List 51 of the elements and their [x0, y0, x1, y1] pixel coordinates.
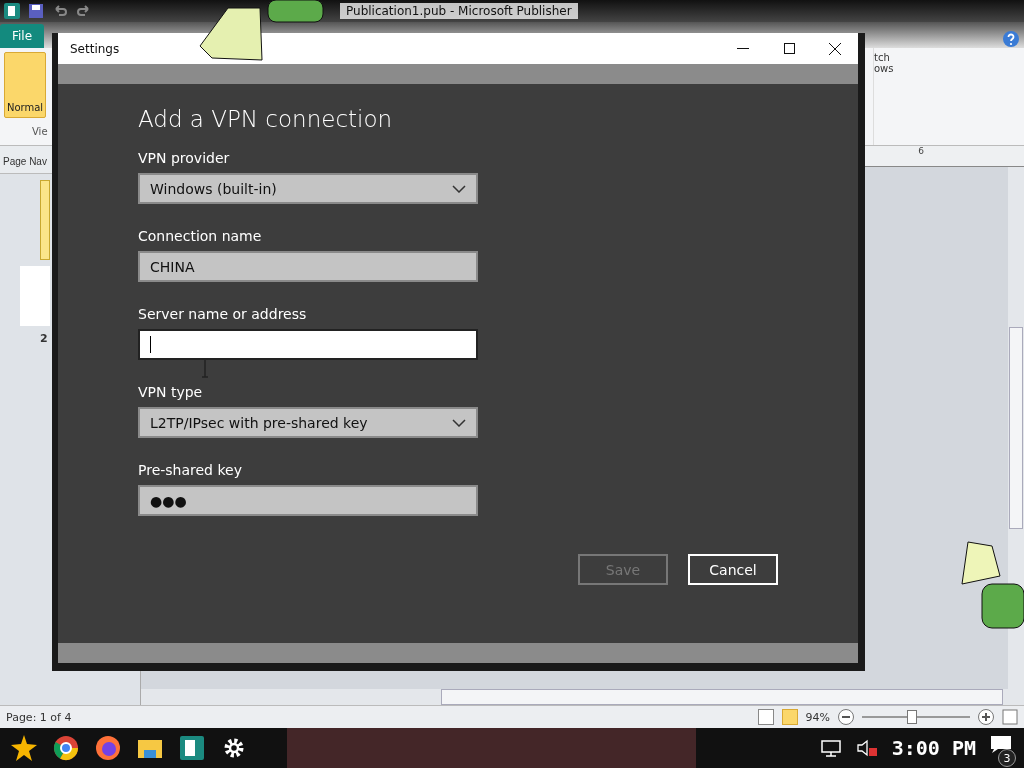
- maximize-icon[interactable]: [783, 43, 795, 54]
- zoom-in-button[interactable]: [978, 709, 994, 725]
- text-field[interactable]: ●●●: [138, 485, 478, 516]
- window-title: Publication1.pub - Microsoft Publisher: [340, 3, 578, 19]
- text-field[interactable]: [138, 329, 478, 360]
- undo-icon[interactable]: [52, 3, 68, 19]
- app-logo-icon: [4, 3, 20, 19]
- notification-count: 3: [998, 749, 1016, 767]
- dialog-button[interactable]: Cancel: [688, 554, 778, 585]
- plus-icon: [982, 713, 990, 721]
- chevron-down-icon: [452, 418, 466, 427]
- browser-icon[interactable]: [94, 734, 122, 762]
- text-cursor-icon: [200, 358, 210, 378]
- pane-header: Page Nav: [3, 156, 47, 167]
- help-icon[interactable]: [1002, 30, 1020, 48]
- field-label: Server name or address: [138, 306, 308, 322]
- muted-speaker-icon[interactable]: [855, 739, 878, 757]
- clock[interactable]: 3:00 PM: [891, 736, 976, 760]
- field-label: VPN provider: [138, 150, 231, 166]
- zoom-slider-thumb[interactable]: [907, 710, 917, 724]
- view-button[interactable]: [757, 709, 774, 725]
- chevron-down-icon: [452, 184, 466, 193]
- dialog-title: Settings: [70, 41, 121, 56]
- group-label: Vie: [32, 126, 48, 137]
- dropdown[interactable]: L2TP/IPsec with pre-shared key: [138, 407, 478, 438]
- text-field[interactable]: CHINA: [138, 251, 478, 282]
- close-icon[interactable]: [829, 42, 841, 55]
- scrollbar-thumb[interactable]: [441, 689, 1003, 705]
- zoom-level: 94%: [805, 710, 830, 724]
- field-label: Connection name: [138, 228, 263, 244]
- file-tab[interactable]: File: [0, 24, 45, 48]
- page-status: Page: 1 of 4: [6, 710, 72, 724]
- redo-icon[interactable]: [76, 3, 92, 19]
- minus-icon: [842, 716, 850, 718]
- network-icon[interactable]: [819, 739, 842, 757]
- zoom-out-button[interactable]: [838, 709, 854, 725]
- notification-icon[interactable]: [990, 735, 1012, 753]
- page-heading: Add a VPN connection: [138, 106, 394, 132]
- dropdown[interactable]: Windows (built-in): [138, 173, 478, 204]
- minimize-icon[interactable]: [737, 47, 749, 50]
- normal-view-button[interactable]: Normal: [4, 52, 46, 118]
- field-label: VPN type: [138, 384, 204, 400]
- page-thumbnail[interactable]: [40, 180, 50, 260]
- scrollbar-thumb[interactable]: [1009, 327, 1023, 529]
- field-label: Pre-shared key: [138, 462, 243, 478]
- page-thumbnail[interactable]: [20, 266, 50, 326]
- publisher-app-icon[interactable]: [178, 734, 206, 762]
- switch-windows-button[interactable]: tch ows: [874, 52, 904, 74]
- save-icon[interactable]: [28, 3, 44, 19]
- browser-icon[interactable]: [52, 734, 80, 762]
- page-number: 2: [40, 332, 48, 345]
